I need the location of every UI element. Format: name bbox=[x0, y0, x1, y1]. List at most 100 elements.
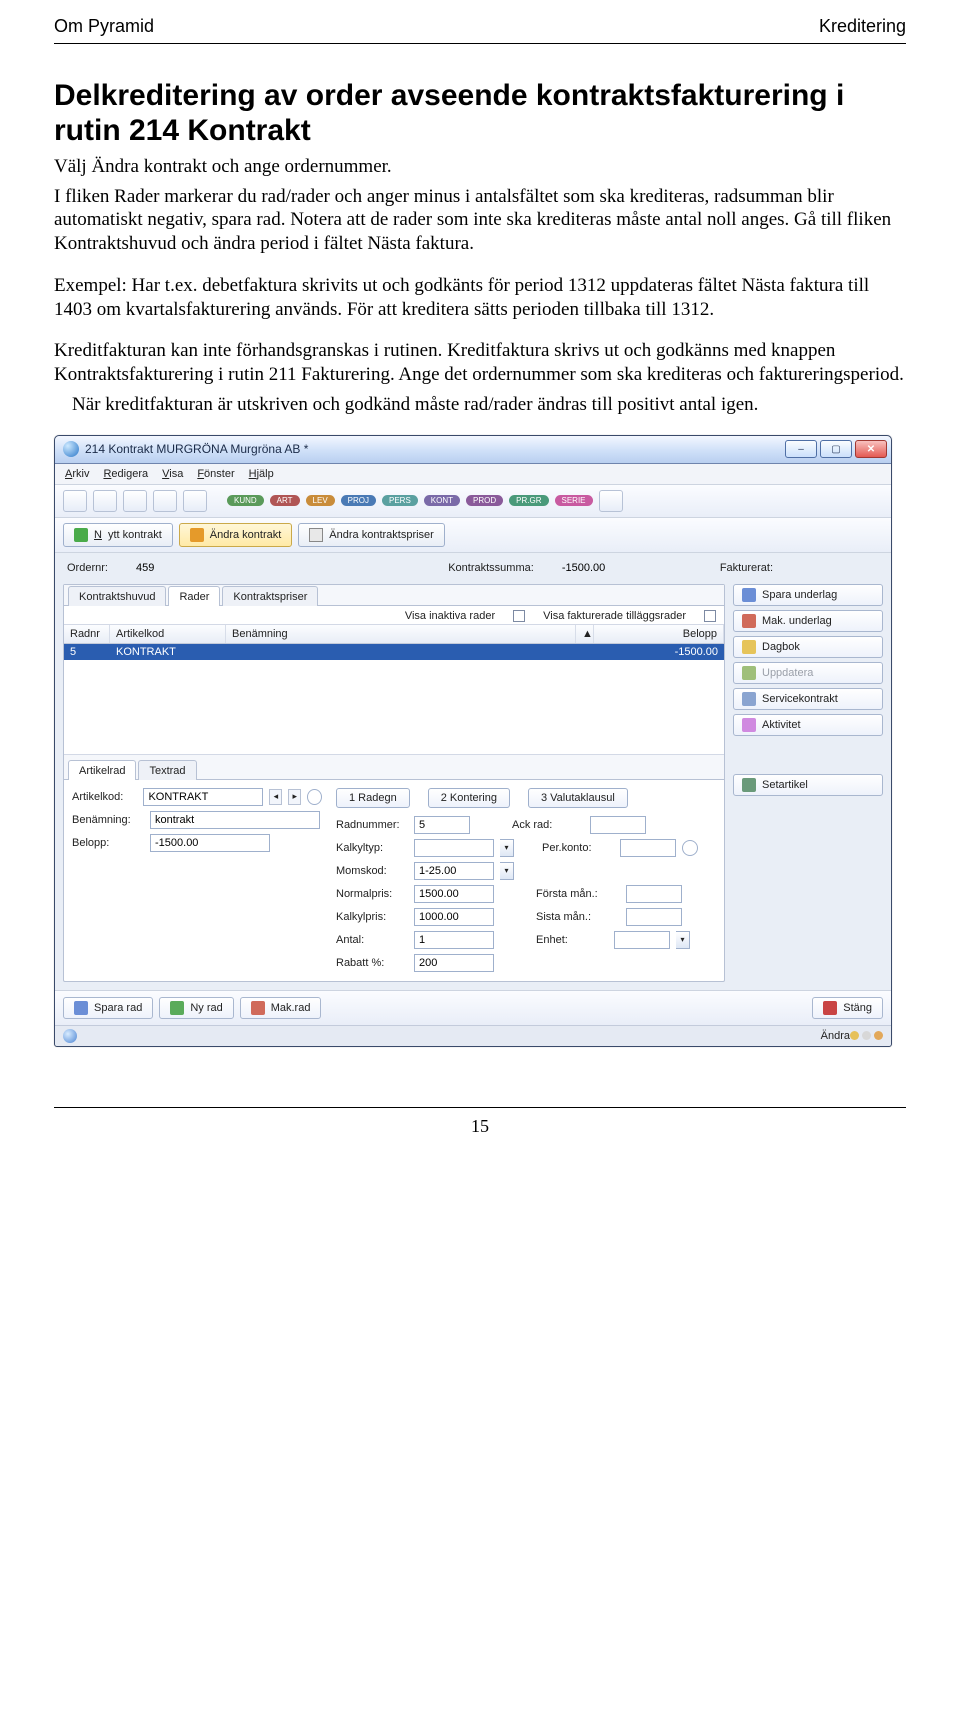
col-benamning[interactable]: Benämning bbox=[226, 625, 576, 643]
next-article-icon[interactable]: ▸ bbox=[288, 789, 301, 805]
col-belopp[interactable]: Belopp bbox=[594, 625, 724, 643]
visa-inaktiva-checkbox[interactable] bbox=[513, 610, 525, 622]
header-right: Kreditering bbox=[819, 16, 906, 37]
momskod-dropdown-icon[interactable]: ▾ bbox=[500, 862, 514, 880]
app-icon bbox=[63, 441, 79, 457]
right-side-panel: Spara underlag Mak. underlag Dagbok Uppd… bbox=[733, 584, 883, 982]
antal-input[interactable] bbox=[414, 931, 494, 949]
seg-radegn[interactable]: 1 Radegn bbox=[336, 788, 410, 808]
tool-edit-icon[interactable] bbox=[153, 490, 177, 512]
servicekontrakt-button[interactable]: Servicekontrakt bbox=[733, 688, 883, 710]
pill-prgr[interactable]: PR.GR bbox=[509, 495, 548, 506]
menu-fonster[interactable]: Fönster bbox=[197, 468, 234, 480]
tool-new-doc-icon[interactable] bbox=[63, 490, 87, 512]
status-dot-grey-icon bbox=[862, 1031, 871, 1040]
visa-tillagg-label: Visa fakturerade tilläggsrader bbox=[543, 610, 686, 622]
andra-kontrakt-button[interactable]: Ändra kontrakt bbox=[179, 523, 293, 547]
kalkyltyp-dropdown-icon[interactable]: ▾ bbox=[500, 839, 514, 857]
pill-serie[interactable]: SERIE bbox=[555, 495, 593, 506]
spara-rad-button[interactable]: Spara rad bbox=[63, 997, 153, 1019]
forstaman-input[interactable] bbox=[626, 885, 682, 903]
mode-toolbar: Nytt kontrakt Ändra kontrakt Ändra kontr… bbox=[55, 518, 891, 553]
setartikel-button[interactable]: Setartikel bbox=[733, 774, 883, 796]
menu-visa[interactable]: Visa bbox=[162, 468, 183, 480]
aktivitet-button[interactable]: Aktivitet bbox=[733, 714, 883, 736]
artikelkod-input[interactable] bbox=[143, 788, 263, 806]
app-window: 214 Kontrakt MURGRÖNA Murgröna AB * – ▢ … bbox=[54, 435, 892, 1047]
cell-belopp: -1500.00 bbox=[594, 644, 724, 660]
mak-underlag-button[interactable]: Mak. underlag bbox=[733, 610, 883, 632]
visa-tillagg-checkbox[interactable] bbox=[704, 610, 716, 622]
col-artikelkod[interactable]: Artikelkod bbox=[110, 625, 226, 643]
tab-artikelrad[interactable]: Artikelrad bbox=[68, 760, 136, 780]
paragraph-4: Kreditfakturan kan inte förhandsgranskas… bbox=[54, 339, 906, 387]
tab-textrad[interactable]: Textrad bbox=[138, 760, 196, 780]
stang-button[interactable]: Stäng bbox=[812, 997, 883, 1019]
maximize-button[interactable]: ▢ bbox=[820, 440, 852, 458]
perkonto-input[interactable] bbox=[620, 839, 676, 857]
seg-valutaklausul[interactable]: 3 Valutaklausul bbox=[528, 788, 628, 808]
uppdatera-button: Uppdatera bbox=[733, 662, 883, 684]
status-dots bbox=[850, 1031, 883, 1040]
dagbok-button[interactable]: Dagbok bbox=[733, 636, 883, 658]
andra-kontrakt-label: Ändra kontrakt bbox=[210, 529, 282, 541]
belopp-input[interactable] bbox=[150, 834, 270, 852]
tool-user-icon[interactable] bbox=[93, 490, 117, 512]
left-pane: Kontraktshuvud Rader Kontraktspriser Vis… bbox=[63, 584, 725, 982]
normalpris-input[interactable] bbox=[414, 885, 494, 903]
tool-notes-icon[interactable] bbox=[599, 490, 623, 512]
menu-arkiv[interactable]: Arkiv bbox=[65, 468, 89, 480]
pill-lev[interactable]: LEV bbox=[306, 495, 335, 506]
minimize-button[interactable]: – bbox=[785, 440, 817, 458]
cell-radnr: 5 bbox=[64, 644, 110, 660]
prev-article-icon[interactable]: ◂ bbox=[269, 789, 282, 805]
radnummer-input[interactable] bbox=[414, 816, 470, 834]
pill-pers[interactable]: PERS bbox=[382, 495, 418, 506]
col-sort-indicator-icon[interactable]: ▲ bbox=[576, 625, 594, 643]
artikelkod-label: Artikelkod: bbox=[72, 791, 137, 803]
ny-rad-button[interactable]: Ny rad bbox=[159, 997, 233, 1019]
enhet-input[interactable] bbox=[614, 931, 670, 949]
paragraph-2: I fliken Rader markerar du rad/rader och… bbox=[54, 185, 906, 256]
header-rule bbox=[54, 43, 906, 44]
sistaman-input[interactable] bbox=[626, 908, 682, 926]
nytt-kontrakt-button[interactable]: Nytt kontrakt bbox=[63, 523, 173, 547]
rabatt-input[interactable] bbox=[414, 954, 494, 972]
andra-kontraktspriser-button[interactable]: Ändra kontraktspriser bbox=[298, 523, 445, 547]
running-header: Om Pyramid Kreditering bbox=[54, 16, 906, 37]
paragraph-1: Välj Ändra kontrakt och ange ordernummer… bbox=[54, 155, 906, 179]
pill-kund[interactable]: KUND bbox=[227, 495, 264, 506]
tab-rader[interactable]: Rader bbox=[168, 586, 220, 606]
spara-underlag-button[interactable]: Spara underlag bbox=[733, 584, 883, 606]
window-title: 214 Kontrakt MURGRÖNA Murgröna AB * bbox=[85, 442, 785, 456]
tab-kontraktshuvud[interactable]: Kontraktshuvud bbox=[68, 586, 166, 606]
perkonto-search-icon[interactable] bbox=[682, 840, 698, 856]
grid-body[interactable]: 5 KONTRAKT -1500.00 bbox=[64, 644, 724, 754]
pill-proj[interactable]: PROJ bbox=[341, 495, 376, 506]
article-search-icon[interactable] bbox=[307, 789, 322, 805]
primary-toolbar: KUND ART LEV PROJ PERS KONT PROD PR.GR S… bbox=[55, 485, 891, 518]
kalkyltyp-input[interactable] bbox=[414, 839, 494, 857]
tab-kontraktspriser[interactable]: Kontraktspriser bbox=[222, 586, 318, 606]
close-button[interactable]: ✕ bbox=[855, 440, 887, 458]
tool-delete-icon[interactable] bbox=[183, 490, 207, 512]
menu-hjalp[interactable]: Hjälp bbox=[249, 468, 274, 480]
cell-benamning bbox=[226, 644, 576, 660]
momskod-input[interactable] bbox=[414, 862, 494, 880]
ackrad-input[interactable] bbox=[590, 816, 646, 834]
kalkylpris-input[interactable] bbox=[414, 908, 494, 926]
benamning-input[interactable] bbox=[150, 811, 320, 829]
paragraph-3: Exempel: Har t.ex. debetfaktura skrivits… bbox=[54, 274, 906, 322]
pill-prod[interactable]: PROD bbox=[466, 495, 503, 506]
pill-art[interactable]: ART bbox=[270, 495, 300, 506]
col-radnr[interactable]: Radnr bbox=[64, 625, 110, 643]
enhet-dropdown-icon[interactable]: ▾ bbox=[676, 931, 690, 949]
mak-rad-button[interactable]: Mak.rad bbox=[240, 997, 322, 1019]
antal-label: Antal: bbox=[336, 934, 408, 946]
seg-kontering[interactable]: 2 Kontering bbox=[428, 788, 510, 808]
grid-row-selected[interactable]: 5 KONTRAKT -1500.00 bbox=[64, 644, 724, 660]
menu-redigera[interactable]: Redigera bbox=[103, 468, 148, 480]
ackrad-label: Ack rad: bbox=[512, 819, 584, 831]
pill-kont[interactable]: KONT bbox=[424, 495, 460, 506]
tool-refresh-icon[interactable] bbox=[123, 490, 147, 512]
